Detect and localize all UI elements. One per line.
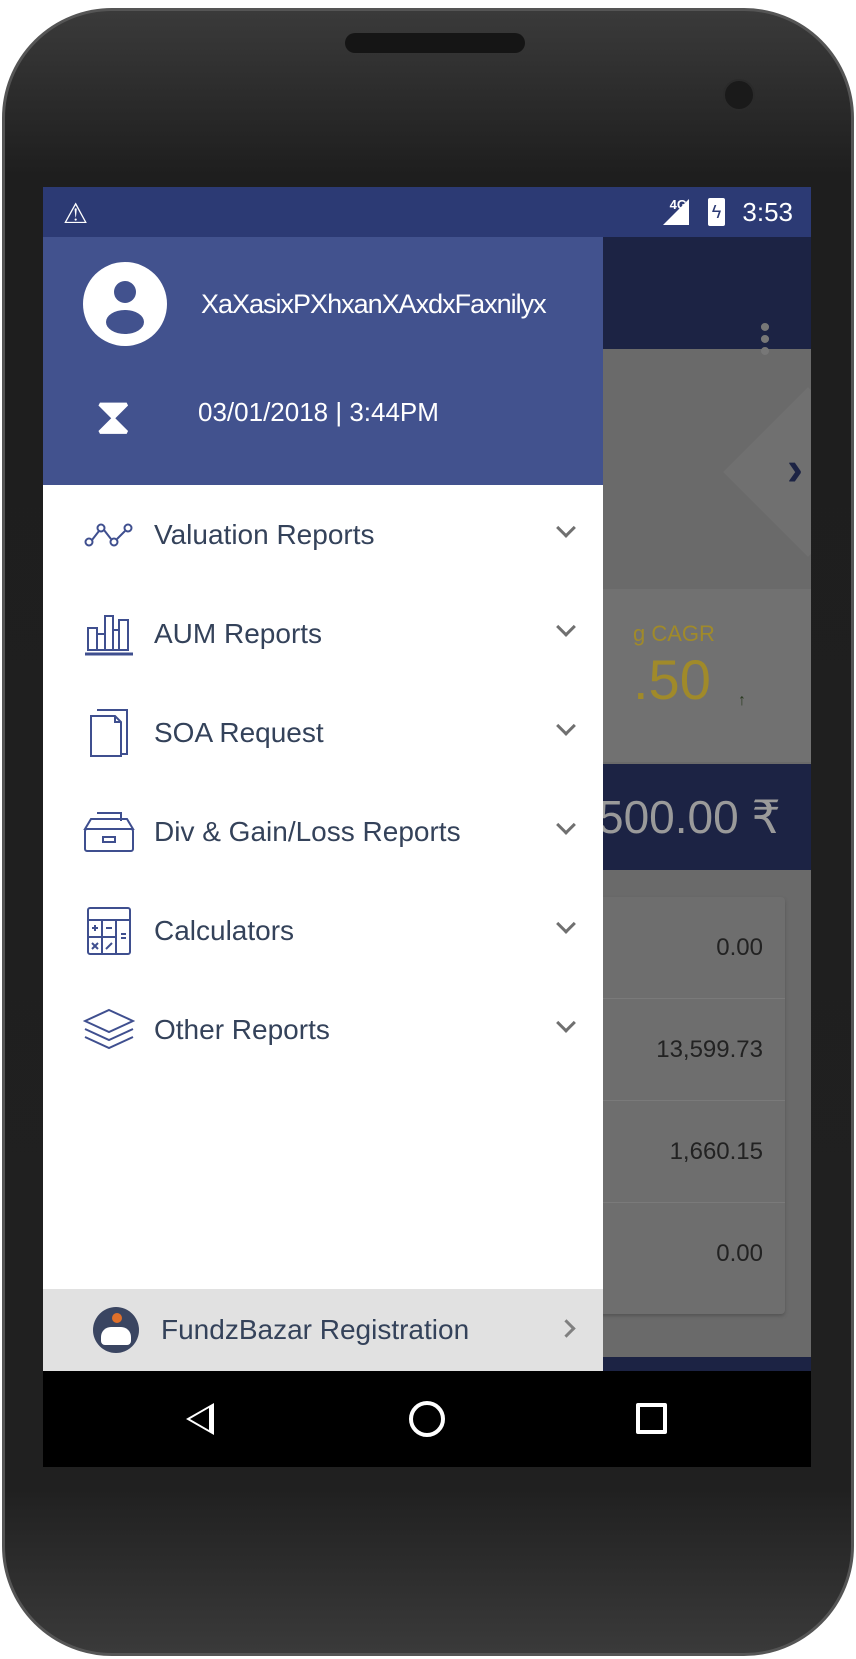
- chevron-down-icon[interactable]: [556, 815, 576, 835]
- chevron-right-icon[interactable]: [557, 1319, 576, 1338]
- menu-item-aum-reports[interactable]: AUM Reports: [43, 584, 603, 683]
- cagr-value: .50: [633, 648, 711, 711]
- menu-item-soa-request[interactable]: SOA Request: [43, 683, 603, 782]
- chevron-down-icon[interactable]: [556, 716, 576, 736]
- back-icon[interactable]: [186, 1403, 214, 1435]
- menu-item-label: AUM Reports: [154, 617, 323, 649]
- calculator-icon: [80, 904, 138, 958]
- documents-icon: [80, 706, 138, 760]
- system-navigation-bar: [43, 1371, 811, 1467]
- home-icon[interactable]: [409, 1401, 445, 1437]
- menu-item-valuation-reports[interactable]: Valuation Reports: [43, 485, 603, 584]
- screen: • • • › g CAGR .50 ↑ 500.00 ₹ 0.00 13,599.…: [43, 187, 811, 1467]
- chevron-right-icon[interactable]: ›: [787, 442, 803, 497]
- cagr-label: g CAGR: [633, 621, 715, 646]
- navigation-drawer: XaXasixPXhxanXAxdxFaxnilyx ⧗ 03/01/2018 …: [43, 237, 603, 1371]
- fundzbazar-logo: [93, 1307, 139, 1353]
- chevron-down-icon[interactable]: [556, 1013, 576, 1033]
- warning-icon: ⚠: [63, 198, 89, 229]
- menu-item-div-gain-loss-reports[interactable]: Div & Gain/Loss Reports: [43, 782, 603, 881]
- menu-item-label: Other Reports: [154, 1013, 330, 1045]
- chevron-down-icon[interactable]: [556, 914, 576, 934]
- last-login: 03/01/2018 | 3:44PM: [198, 397, 439, 427]
- total-value: 500.00 ₹: [598, 791, 781, 843]
- bar-chart-icon: [80, 607, 138, 661]
- chevron-down-icon[interactable]: [556, 617, 576, 637]
- line-chart-icon: [80, 508, 138, 562]
- clock: 3:53: [742, 197, 793, 227]
- registration-label: FundzBazar Registration: [161, 1314, 470, 1345]
- arrow-up-icon: ↑: [738, 692, 746, 709]
- file-tray-icon: [80, 805, 138, 859]
- menu-item-calculators[interactable]: Calculators: [43, 881, 603, 980]
- menu-item-label: Valuation Reports: [154, 518, 375, 550]
- status-bar: ⚠ 4G ϟ 3:53: [43, 187, 811, 237]
- user-name: XaXasixPXhxanXAxdxFaxnilyx: [201, 289, 547, 319]
- signal-icon: [663, 199, 689, 225]
- speaker: [345, 33, 525, 53]
- battery-charging-icon: ϟ: [708, 198, 725, 226]
- chevron-down-icon[interactable]: [556, 518, 576, 538]
- menu-item-label: Calculators: [154, 914, 295, 946]
- menu-item-other-reports[interactable]: Other Reports: [43, 980, 603, 1079]
- menu-item-label: SOA Request: [154, 716, 324, 748]
- camera: [723, 79, 755, 111]
- fundzbazar-registration-item[interactable]: FundzBazar Registration: [43, 1289, 603, 1371]
- drawer-header: XaXasixPXhxanXAxdxFaxnilyx ⧗ 03/01/2018 …: [43, 237, 603, 485]
- more-options-icon[interactable]: • • •: [759, 313, 771, 367]
- recent-apps-icon[interactable]: [636, 1403, 667, 1434]
- avatar[interactable]: [83, 262, 167, 346]
- layers-icon: [80, 1003, 138, 1057]
- hourglass-icon: ⧗: [95, 388, 132, 446]
- menu-item-label: Div & Gain/Loss Reports: [154, 815, 461, 847]
